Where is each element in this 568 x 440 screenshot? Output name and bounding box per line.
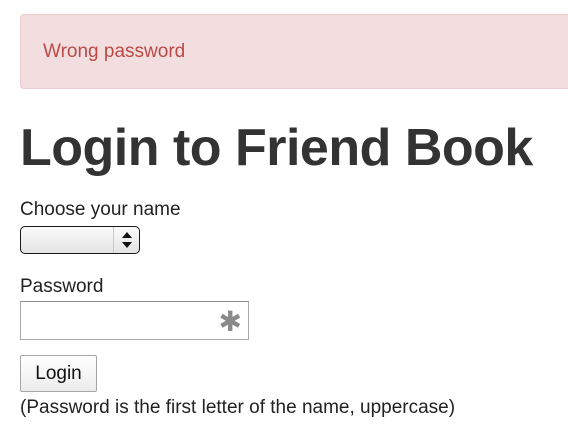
asterisk-icon: ✱ xyxy=(218,306,242,337)
name-select[interactable] xyxy=(20,226,140,254)
alert-container: Wrong password xyxy=(0,0,568,100)
alert-message: Wrong password xyxy=(43,40,186,62)
page-title: Login to Friend Book xyxy=(20,119,533,177)
select-arrows-icon xyxy=(122,232,132,248)
password-hint: (Password is the first letter of the nam… xyxy=(20,397,456,418)
login-button[interactable]: Login xyxy=(20,355,97,392)
login-page: Wrong password Login to Friend Book Choo… xyxy=(0,0,568,440)
error-alert: Wrong password xyxy=(20,14,568,89)
password-label: Password xyxy=(20,276,104,297)
select-divider xyxy=(113,227,114,253)
password-input[interactable]: ✱ xyxy=(20,301,249,340)
name-label: Choose your name xyxy=(20,199,181,220)
